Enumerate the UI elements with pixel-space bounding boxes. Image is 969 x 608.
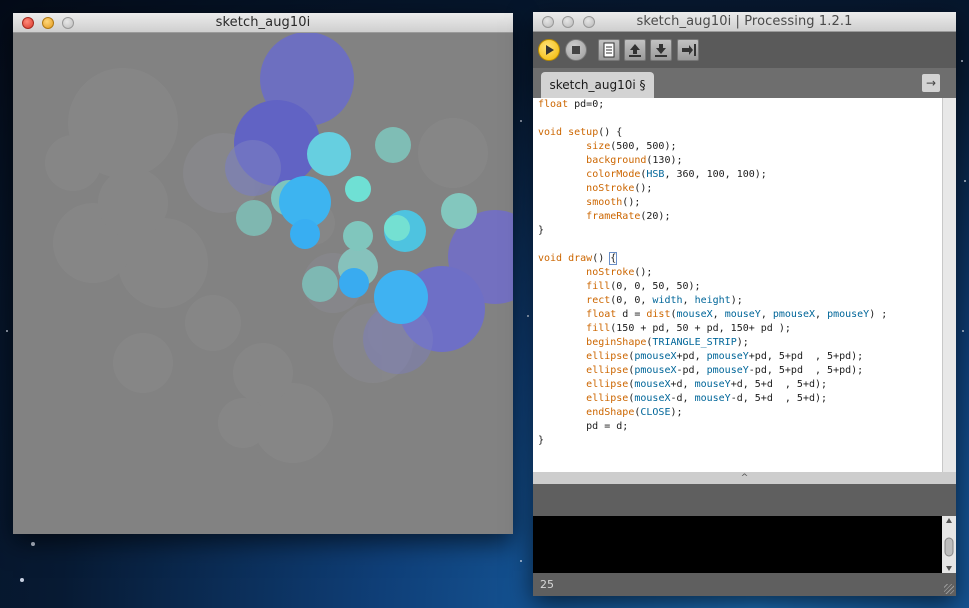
code-line: frameRate(20); xyxy=(586,211,671,222)
star xyxy=(527,315,529,317)
code-line: beginShape(TRIANGLE_STRIP); xyxy=(586,337,749,348)
code-line: smooth(); xyxy=(586,197,641,208)
star xyxy=(20,578,24,582)
code-line: ellipse(pmouseX-pd, pmouseY-pd, 5+pd , 5… xyxy=(586,365,864,376)
new-file-icon xyxy=(603,42,615,58)
editor-scrollbar[interactable] xyxy=(942,98,956,472)
code-line: ellipse(mouseX+d, mouseY+d, 5+d , 5+d); xyxy=(586,379,828,390)
star xyxy=(964,180,966,182)
console-scrollbar[interactable] xyxy=(942,516,956,573)
open-button[interactable] xyxy=(624,39,646,61)
code-line: } xyxy=(538,435,545,446)
toolbar xyxy=(533,32,956,68)
code-line: ellipse(mouseX-d, mouseY-d, 5+d , 5+d); xyxy=(586,393,828,404)
sketch-drawing xyxy=(13,33,513,534)
resize-grip-icon[interactable] xyxy=(944,584,954,594)
code-line: pd = d; xyxy=(538,421,629,432)
star xyxy=(520,120,522,122)
code-line: fill(150 + pd, 50 + pd, 150+ pd ); xyxy=(586,323,791,334)
right-arrow-icon: → xyxy=(925,76,937,90)
ide-window-title: sketch_aug10i | Processing 1.2.1 xyxy=(636,14,853,29)
scrollbar-arrows-icon xyxy=(944,518,954,571)
sketch-titlebar[interactable]: sketch_aug10i xyxy=(13,13,513,33)
code-editor[interactable]: float pd=0; void setup() { size(500, 500… xyxy=(533,98,942,472)
sketch-window: sketch_aug10i xyxy=(13,13,513,534)
new-button[interactable] xyxy=(598,39,620,61)
sketch-window-title: sketch_aug10i xyxy=(215,15,311,30)
code-line: noStroke(); xyxy=(586,183,653,194)
sketch-canvas[interactable] xyxy=(13,33,513,534)
open-icon xyxy=(629,44,641,57)
code-line: rect(0, 0, width, height); xyxy=(586,295,743,306)
processing-ide-window: sketch_aug10i | Processing 1.2.1 sketch_… xyxy=(533,12,956,596)
save-button[interactable] xyxy=(650,39,672,61)
code-line: float d = dist(mouseX, mouseY, pmouseX, … xyxy=(586,309,888,320)
tab-bar: sketch_aug10i § → xyxy=(533,68,956,98)
code-line: size(500, 500); xyxy=(586,141,677,152)
star xyxy=(31,542,35,546)
code-line: float pd=0; xyxy=(538,99,605,110)
code-line: noStroke(); xyxy=(586,267,653,278)
code-line: void draw() { xyxy=(538,252,618,265)
code-text: float pd=0; void setup() { size(500, 500… xyxy=(533,98,942,448)
collapse-arrow-icon: ^ xyxy=(740,473,749,483)
code-line: endShape(CLOSE); xyxy=(586,407,683,418)
console-area[interactable] xyxy=(533,516,942,573)
status-bar: 25 xyxy=(533,573,956,596)
code-line: fill(0, 0, 50, 50); xyxy=(586,281,701,292)
tab-sketch[interactable]: sketch_aug10i § xyxy=(541,72,654,98)
tab-menu-button[interactable]: → xyxy=(922,74,940,92)
pane-divider[interactable]: ^ xyxy=(533,472,956,484)
code-line: colorMode(HSB, 360, 100, 100); xyxy=(586,169,767,180)
star xyxy=(520,560,522,562)
star xyxy=(961,60,963,62)
ide-titlebar[interactable]: sketch_aug10i | Processing 1.2.1 xyxy=(533,12,956,32)
run-button[interactable] xyxy=(538,39,560,61)
save-icon xyxy=(655,44,667,57)
stop-button[interactable] xyxy=(565,39,587,61)
star xyxy=(6,330,8,332)
export-icon xyxy=(682,44,696,56)
export-button[interactable] xyxy=(677,39,699,61)
line-number: 25 xyxy=(540,578,554,591)
code-line: background(130); xyxy=(586,155,683,166)
message-area xyxy=(533,484,956,516)
code-line: ellipse(pmouseX+pd, pmouseY+pd, 5+pd , 5… xyxy=(586,351,864,362)
star xyxy=(962,330,964,332)
play-icon xyxy=(546,45,554,55)
code-line: void setup() { xyxy=(538,127,623,138)
code-line: } xyxy=(538,225,545,236)
stop-icon xyxy=(572,46,580,54)
